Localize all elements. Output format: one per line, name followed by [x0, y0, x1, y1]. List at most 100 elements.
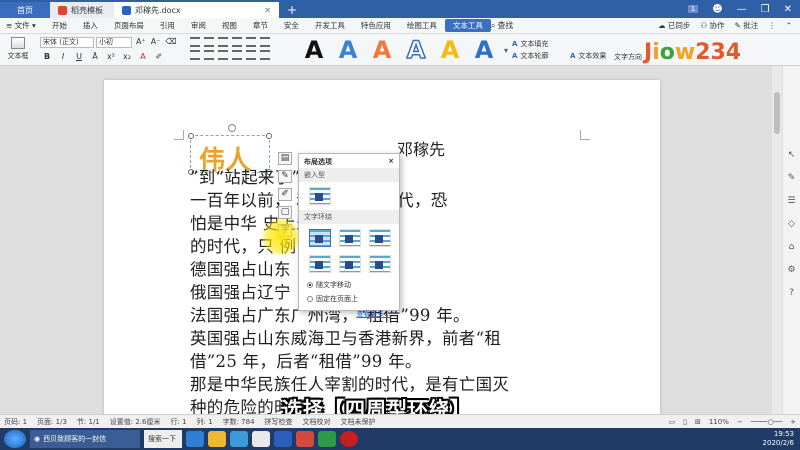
chrome-icon[interactable] [318, 431, 336, 447]
taskbar-search[interactable]: 搜索一下 [144, 430, 182, 448]
collapse-ribbon-icon[interactable]: ⌃ [786, 21, 792, 30]
rotate-handle-icon[interactable] [228, 124, 236, 132]
align-center-icon[interactable] [204, 50, 214, 60]
wordart-style-3[interactable]: A [368, 37, 396, 63]
ie-icon[interactable] [186, 431, 204, 447]
close-window-icon[interactable]: ✕ [784, 4, 792, 15]
menu-special-apps[interactable]: 特色应用 [353, 20, 399, 31]
resize-handle[interactable] [266, 133, 272, 139]
account-icon[interactable]: ☻ [712, 4, 722, 15]
text-fill-button[interactable]: A 文本填充 [512, 38, 548, 50]
textbox-style-button[interactable]: 文本框 [0, 36, 36, 64]
highlight-icon[interactable]: ✐ [154, 52, 164, 61]
tab-home[interactable]: 首页 [0, 2, 50, 18]
wrap-top-bottom-icon[interactable] [309, 255, 331, 273]
wrap-square-icon[interactable] [309, 229, 331, 247]
media-icon[interactable] [230, 431, 248, 447]
wordart-style-6[interactable]: A [470, 37, 498, 63]
radio-fixed-on-page[interactable]: 固定在页面上 [299, 292, 399, 306]
underline-button[interactable]: U [74, 52, 84, 61]
minimize-icon[interactable]: — [737, 4, 747, 15]
wrap-tight-icon[interactable] [339, 229, 361, 247]
lock-icon[interactable]: ⌂ [789, 242, 795, 252]
wps-icon[interactable] [296, 431, 314, 447]
vertical-scrollbar[interactable] [772, 66, 782, 414]
text-effect-button[interactable]: A 文本效果 [570, 50, 606, 62]
wordart-style-1[interactable]: A [300, 37, 328, 63]
grow-font-icon[interactable]: A⁺ [136, 37, 146, 46]
shrink-font-icon[interactable]: A⁻ [151, 37, 161, 46]
help-icon[interactable]: ? [789, 288, 794, 298]
layout-options-icon[interactable]: ▤ [278, 152, 292, 165]
italic-button[interactable]: I [58, 52, 68, 61]
font-size-select[interactable]: 小初 [96, 37, 132, 48]
tab-template[interactable]: 稻壳模板 [50, 2, 114, 18]
menu-chapter[interactable]: 章节 [245, 20, 276, 31]
tab-document[interactable]: 邓稼先.docx ✕ [114, 2, 279, 18]
collab-button[interactable]: ⚇ 协作 [700, 20, 724, 31]
wordart-style-2[interactable]: A [334, 37, 362, 63]
scroll-thumb[interactable] [774, 92, 780, 134]
gear-icon[interactable]: ⚙ [787, 265, 795, 275]
show-marks-icon[interactable] [260, 37, 270, 47]
protect-status[interactable]: 文档未保护 [341, 417, 376, 427]
menu-page-layout[interactable]: 页面布局 [106, 20, 152, 31]
wrap-through-icon[interactable] [369, 229, 391, 247]
strikethrough-icon[interactable]: Ā [90, 52, 100, 61]
wrap-front-icon[interactable] [369, 255, 391, 273]
justify-icon[interactable] [232, 50, 242, 60]
record-icon[interactable] [340, 431, 358, 447]
wordart-more-icon[interactable]: ▾ [504, 46, 508, 55]
search-box[interactable]: ⌕ 查找 [491, 20, 513, 31]
web-layout-icon[interactable]: ⊞ [695, 418, 701, 426]
menu-insert[interactable]: 插入 [75, 20, 106, 31]
zoom-in-icon[interactable]: + [790, 418, 796, 426]
pen-icon[interactable]: ✎ [278, 170, 292, 183]
pencil-icon[interactable]: ✐ [278, 188, 292, 201]
close-icon[interactable]: × [388, 157, 394, 165]
number-list-icon[interactable] [204, 37, 214, 47]
sliders-icon[interactable]: ☰ [787, 196, 795, 206]
radio-move-with-text[interactable]: 随文字移动 [299, 278, 399, 292]
folder-icon[interactable] [208, 431, 226, 447]
new-tab-button[interactable]: + [279, 2, 305, 18]
sync-button[interactable]: ☁ 已同步 [658, 20, 690, 31]
align-right-icon[interactable] [218, 50, 228, 60]
font-color-icon[interactable]: A [138, 52, 148, 61]
zoom-slider[interactable]: ────○── [751, 418, 782, 426]
cursor-icon[interactable]: ↖ [788, 150, 796, 160]
menu-drawing-tools[interactable]: 绘图工具 [399, 20, 445, 31]
view-mode-icon[interactable]: ▭ [668, 418, 675, 426]
menu-text-tools[interactable]: 文本工具 [444, 19, 491, 32]
task-browser[interactable]: ◉ 西贝致顾客的一封信 [30, 430, 140, 448]
wrap-inline-icon[interactable] [309, 187, 331, 205]
cloud-app-icon[interactable] [252, 431, 270, 447]
wps-writer-icon[interactable] [274, 431, 292, 447]
wrap-behind-icon[interactable] [339, 255, 361, 273]
bold-button[interactable]: B [42, 52, 52, 61]
close-tab-icon[interactable]: ✕ [264, 6, 271, 15]
bullet-list-icon[interactable] [190, 37, 200, 47]
text-direction-button[interactable]: 文字方向 [614, 52, 642, 62]
menu-file[interactable]: ≡ 文件 ▾ [0, 20, 44, 31]
shape-icon[interactable]: ◇ [788, 219, 795, 229]
menu-kaishi[interactable]: 开始 [44, 20, 75, 31]
status-words[interactable]: 字数: 784 [223, 417, 255, 427]
resize-handle[interactable] [188, 133, 194, 139]
menu-dev-tools[interactable]: 开发工具 [307, 20, 353, 31]
indent-icon[interactable] [232, 37, 242, 47]
line-spacing-icon[interactable] [260, 50, 270, 60]
clear-format-icon[interactable]: ⌫ [165, 37, 176, 46]
menu-security[interactable]: 安全 [276, 20, 307, 31]
see-more-link[interactable]: 查看更多... [299, 306, 399, 322]
start-button[interactable] [4, 430, 26, 448]
comment-button[interactable]: ✎ 批注 [735, 20, 759, 31]
edit-icon[interactable]: ✎ [788, 173, 796, 183]
distribute-icon[interactable] [246, 50, 256, 60]
zoom-level[interactable]: 110% [709, 418, 729, 426]
spell-check-button[interactable]: 拼写检查 [265, 417, 293, 427]
menu-review[interactable]: 审阅 [183, 20, 214, 31]
maximize-icon[interactable]: ❐ [761, 4, 770, 15]
menu-reference[interactable]: 引用 [152, 20, 183, 31]
more-icon[interactable]: ⋮ [768, 21, 776, 30]
